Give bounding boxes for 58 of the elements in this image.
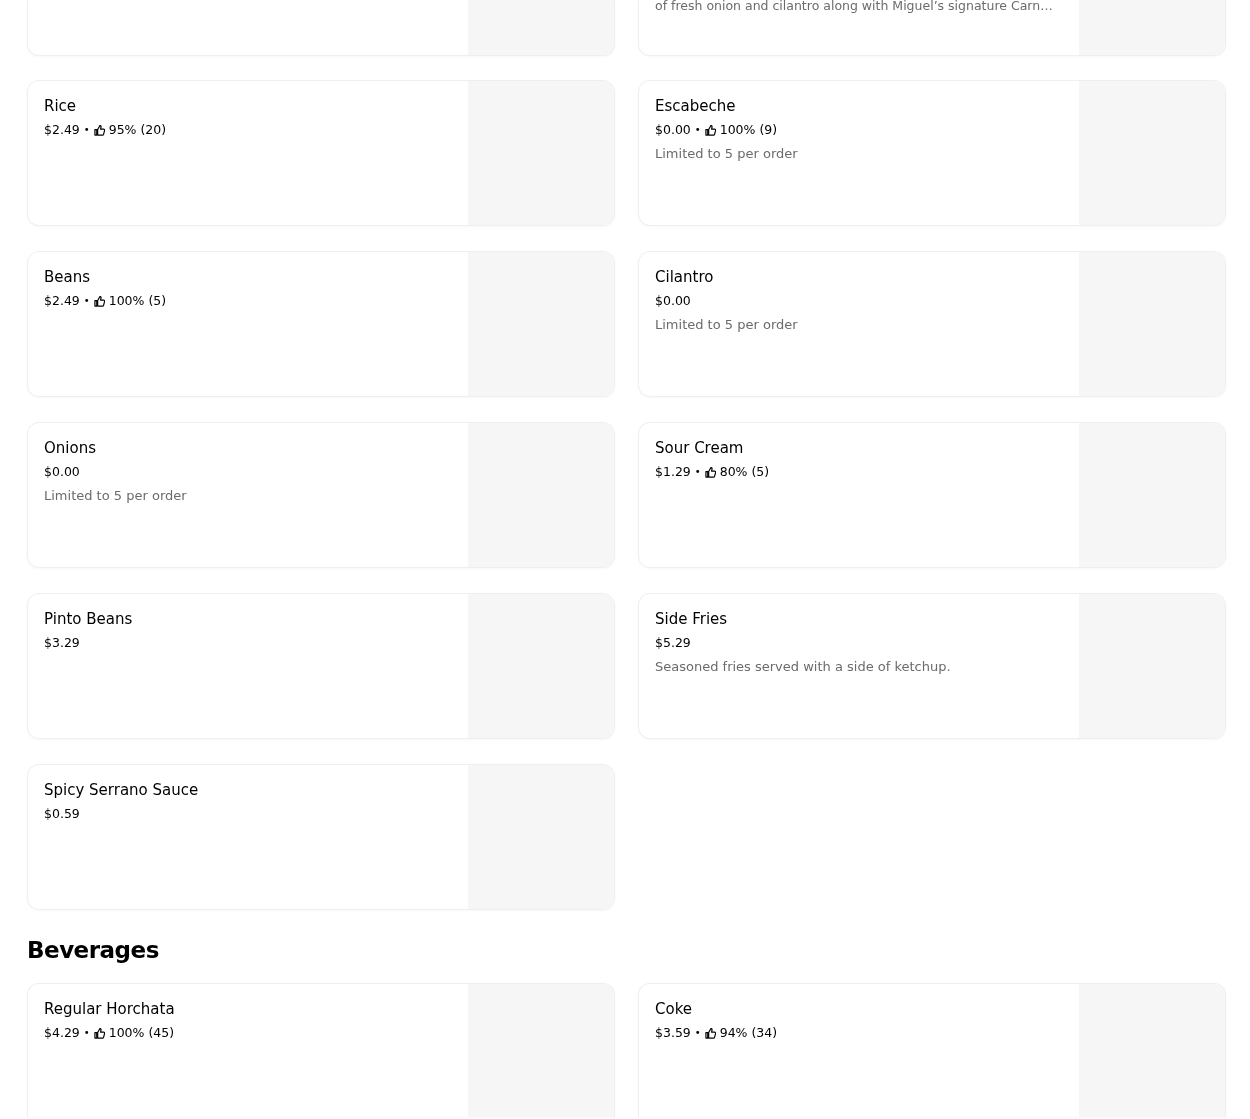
item-price: $2.49 <box>44 292 80 310</box>
thumbs-up-icon <box>704 1027 716 1039</box>
item-rating: 100% (5) <box>108 292 167 310</box>
thumbs-up-icon <box>93 1027 105 1039</box>
item-description: Limited to 5 per order <box>655 145 799 163</box>
item-price: $3.59 <box>655 1024 691 1042</box>
separator-dot: • <box>694 123 701 137</box>
menu-item-card[interactable]: Pinto Beans $3.29 <box>27 593 615 739</box>
item-description: Limited to 5 per order <box>44 487 188 505</box>
separator-dot: • <box>83 294 90 308</box>
item-name: Pinto Beans <box>44 609 134 629</box>
item-rating: 94% (34) <box>719 1024 778 1042</box>
menu-item-card[interactable]: Onions $0.00 Limited to 5 per order <box>27 422 615 568</box>
item-description: of fresh onion and cilantro along with Miguel’s signature Carn… <box>655 0 1054 15</box>
item-name: Onions <box>44 438 97 458</box>
item-rating: 95% (20) <box>108 121 167 139</box>
item-price: $2.49 <box>44 121 80 139</box>
item-rating: 100% (45) <box>108 1024 175 1042</box>
item-price: $0.00 <box>655 292 691 310</box>
item-name: Regular Horchata <box>44 999 176 1019</box>
menu-item-card[interactable]: Beans $2.49 • 100% (5) <box>27 251 615 397</box>
separator-dot: • <box>83 1026 90 1040</box>
menu-item-card[interactable]: Regular Horchata $4.29 • 100% (45) <box>27 983 615 1117</box>
menu-item-card[interactable]: Rice $2.49 • 95% (20) <box>27 80 615 226</box>
item-name: Sour Cream <box>655 438 745 458</box>
item-price: $0.00 <box>655 121 691 139</box>
item-price: $4.29 <box>44 1024 80 1042</box>
thumbs-up-icon <box>704 124 716 136</box>
separator-dot: • <box>694 465 701 479</box>
item-name: Rice <box>44 96 78 116</box>
item-price: $3.29 <box>44 634 80 652</box>
item-name: Beans <box>44 267 92 287</box>
item-name: Coke <box>655 999 694 1019</box>
thumbs-up-icon <box>704 466 716 478</box>
item-price: $5.29 <box>655 634 691 652</box>
menu-item-card[interactable]: Side Fries $5.29 Seasoned fries served with a side of ketchup. <box>638 593 1226 739</box>
item-name: Escabeche <box>655 96 737 116</box>
menu-item-card[interactable]: Cilantro $0.00 Limited to 5 per order <box>638 251 1226 397</box>
section-heading: Beverages <box>27 936 160 964</box>
separator-dot: • <box>83 123 90 137</box>
item-rating: 100% (9) <box>719 121 778 139</box>
separator-dot: • <box>694 1026 701 1040</box>
item-description: Seasoned fries served with a side of ketchup. <box>655 658 952 676</box>
item-rating: 80% (5) <box>719 463 770 481</box>
item-name: Cilantro <box>655 267 715 287</box>
thumbs-up-icon <box>93 295 105 307</box>
menu-item-card[interactable]: Coke $3.59 • 94% (34) <box>638 983 1226 1117</box>
item-price: $0.59 <box>44 805 80 823</box>
item-price: $1.29 <box>655 463 691 481</box>
item-name: Side Fries <box>655 609 729 629</box>
menu-item-card[interactable]: Escabeche $0.00 • 100% (9) Limited to 5 per order <box>638 80 1226 226</box>
item-description: Limited to 5 per order <box>655 316 799 334</box>
menu-item-card[interactable]: of fresh onion and cilantro along with Miguel’s signature Carn… <box>638 0 1226 56</box>
menu-item-card[interactable]: Sour Cream $1.29 • 80% (5) <box>638 422 1226 568</box>
thumbs-up-icon <box>93 124 105 136</box>
item-price: $0.00 <box>44 463 80 481</box>
item-name: Spicy Serrano Sauce <box>44 780 200 800</box>
menu-item-card[interactable]: Spicy Serrano Sauce $0.59 <box>27 764 615 910</box>
